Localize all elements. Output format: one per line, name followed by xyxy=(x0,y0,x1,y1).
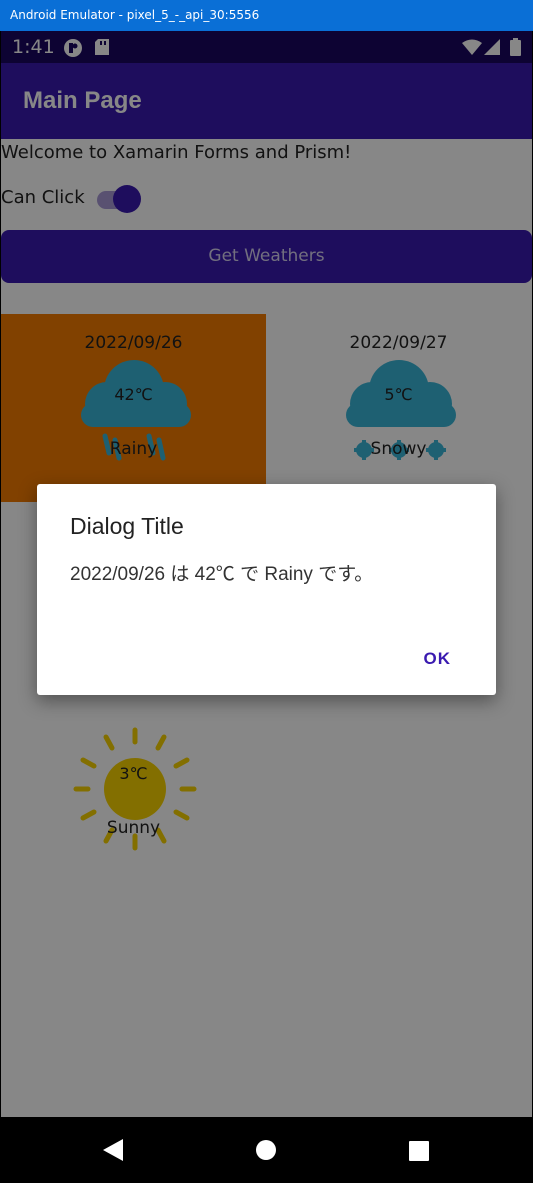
alert-dialog: Dialog Title 2022/09/26 は 42℃ で Rainy です… xyxy=(37,484,496,695)
recents-icon[interactable] xyxy=(408,1140,430,1162)
home-icon[interactable] xyxy=(255,1139,277,1161)
navigation-bar xyxy=(1,1117,532,1183)
dialog-title: Dialog Title xyxy=(70,513,184,539)
dialog-ok-button[interactable]: OK xyxy=(424,649,452,669)
back-icon[interactable] xyxy=(102,1138,124,1162)
device-screen: 1:41 Main Page Welcome to Xamarin Forms … xyxy=(1,31,532,1117)
emulator-title-bar: Android Emulator - pixel_5_-_api_30:5556 xyxy=(0,0,533,31)
dialog-message: 2022/09/26 は 42℃ で Rainy です。 xyxy=(70,564,374,585)
